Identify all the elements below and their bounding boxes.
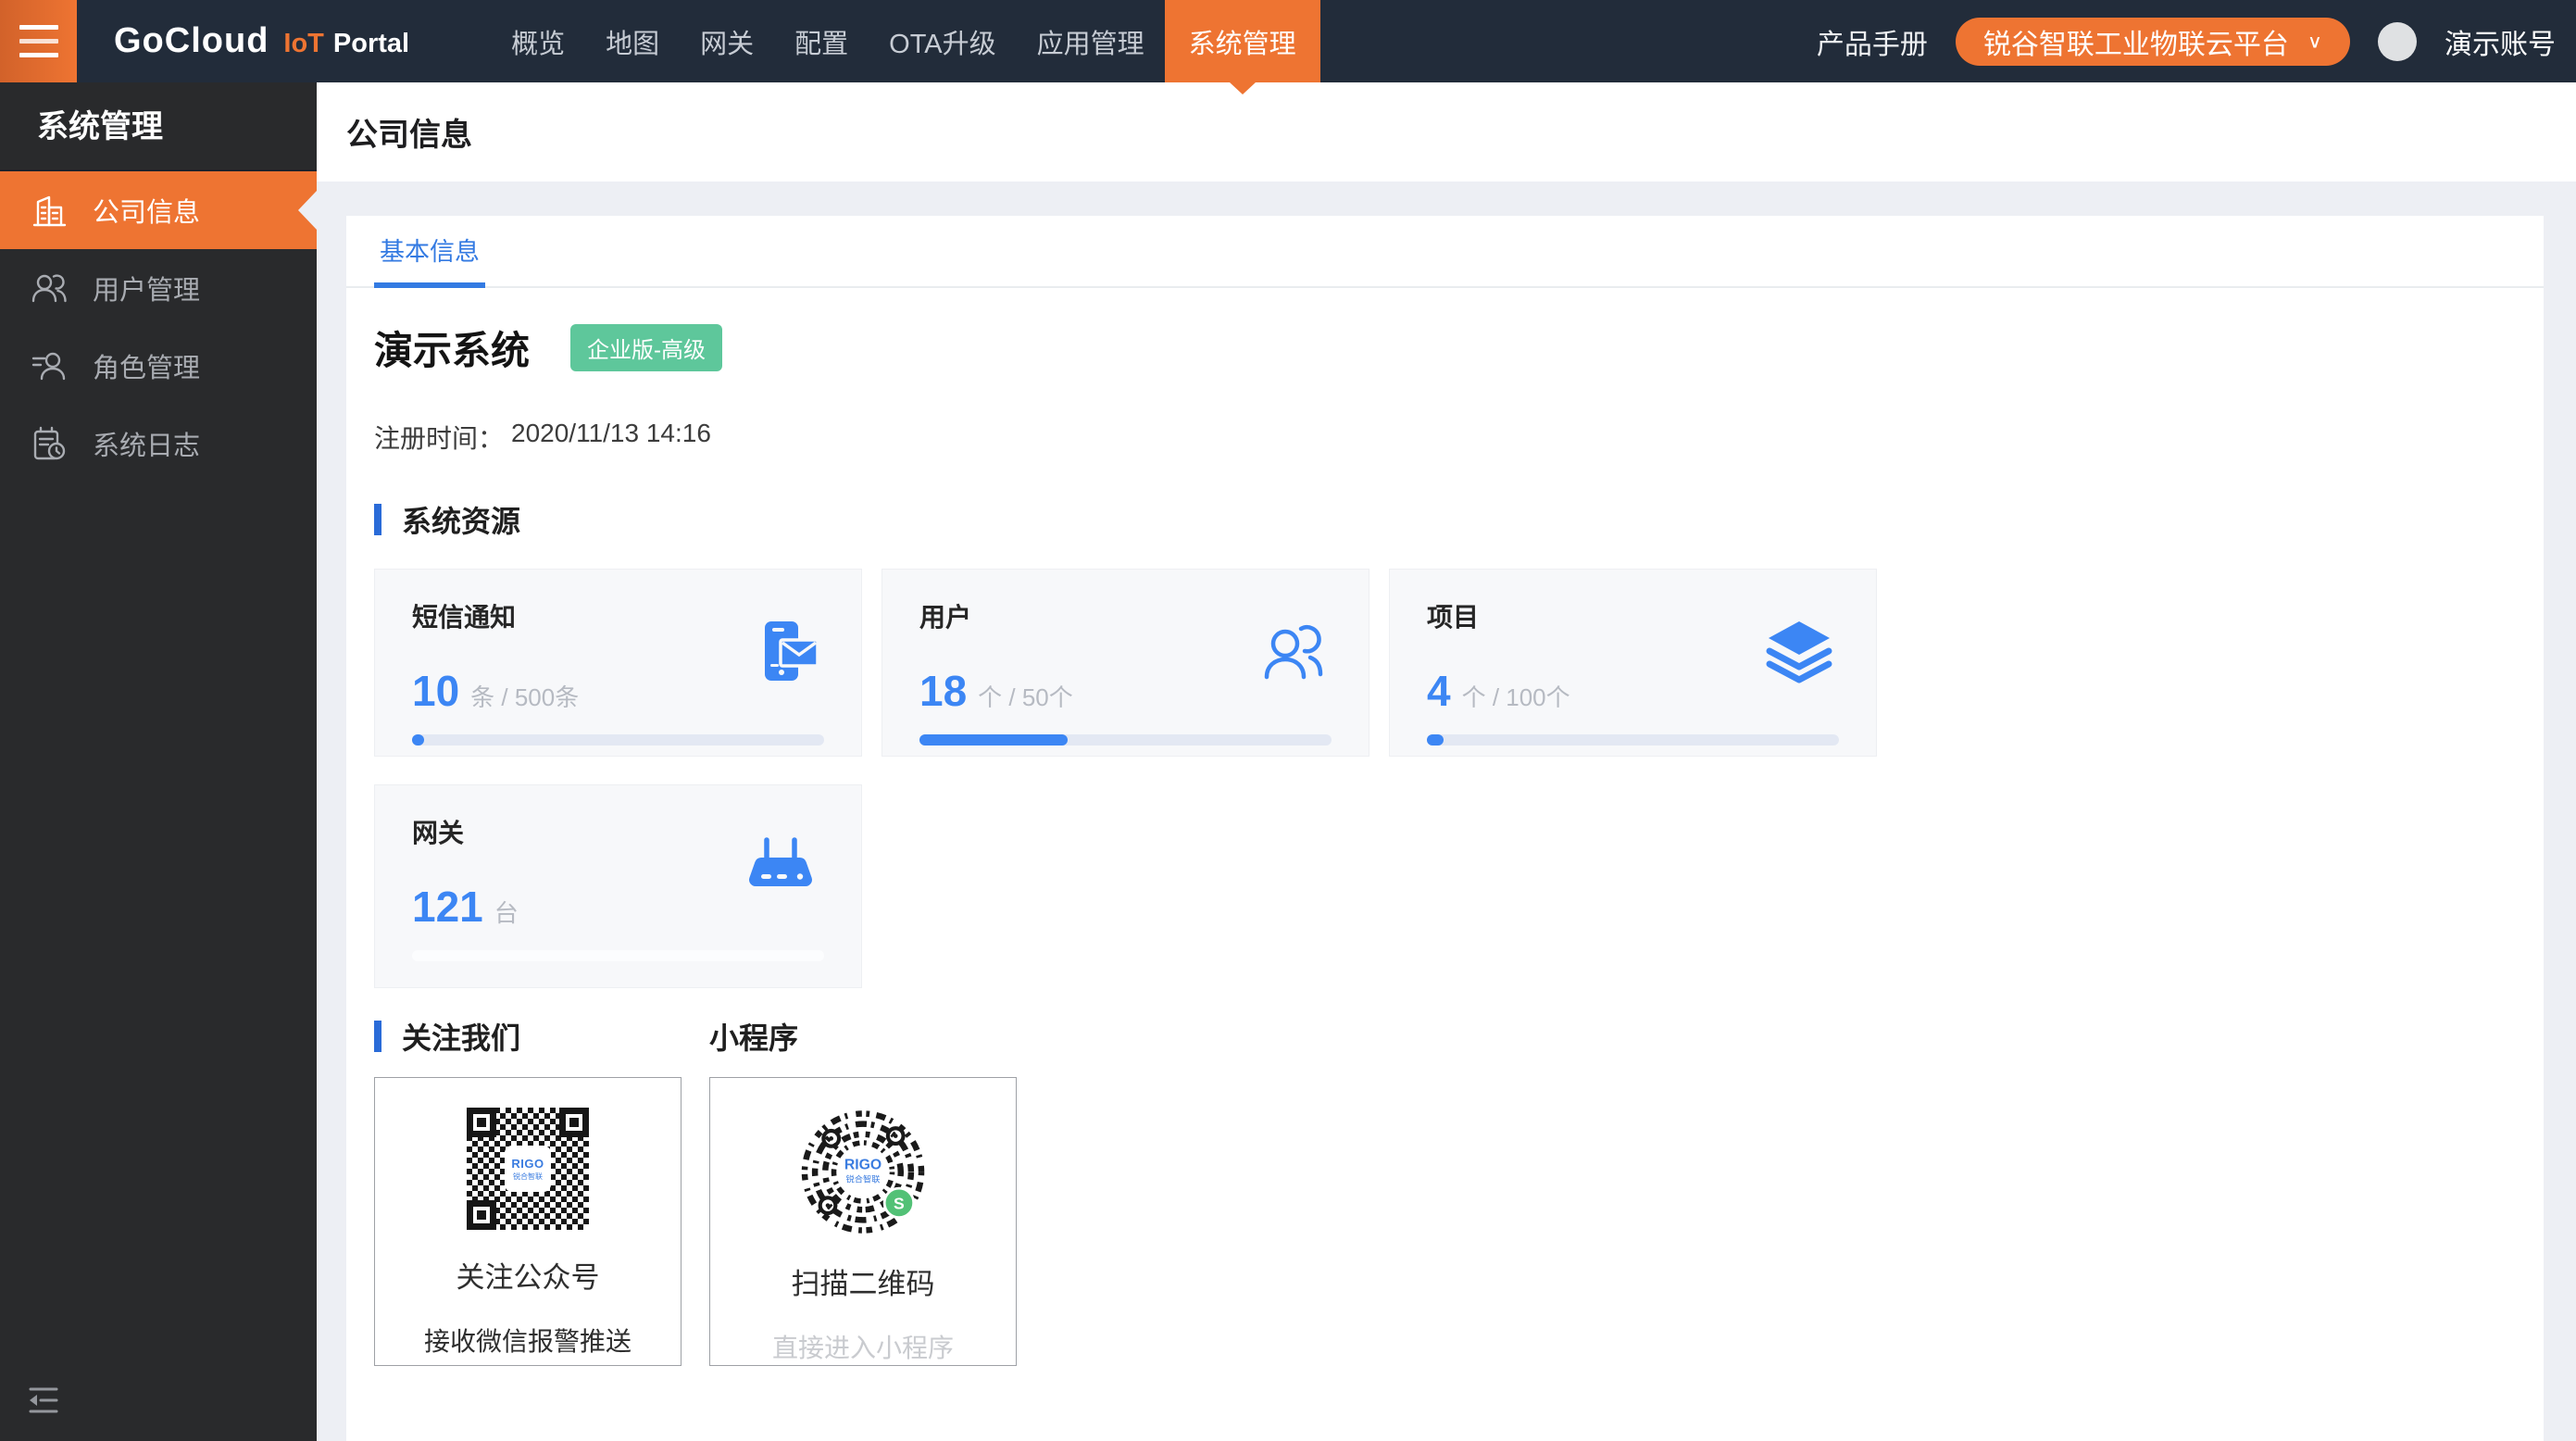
mini-program-green-badge: S [884, 1188, 914, 1218]
qr-area: 关注我们 RIGO 锐合智联 [374, 1018, 2516, 1366]
stat-card-gateway: 网关 121 台 [374, 784, 862, 988]
nav-config[interactable]: 配置 [774, 0, 869, 82]
platform-name: 锐谷智联工业物联云平台 [1983, 21, 2289, 62]
nav-system-admin[interactable]: 系统管理 [1165, 0, 1320, 82]
content: 基本信息 演示系统 企业版-高级 注册时间： 2020/11/13 14:16 … [317, 182, 2576, 1441]
topbar-right: 产品手册 锐谷智联工业物联云平台 ∨ 演示账号 [1817, 18, 2556, 66]
page-header: 公司信息 [317, 82, 2576, 182]
follow-us-header: 关注我们 [374, 1018, 682, 1055]
chevron-down-icon: ∨ [2307, 31, 2322, 52]
sidebar-item-system-log[interactable]: 系统日志 [0, 405, 317, 482]
sidebar-item-label: 系统日志 [93, 424, 200, 463]
sidebar-collapse-button[interactable] [24, 1385, 63, 1421]
nav-ota[interactable]: OTA升级 [869, 0, 1016, 82]
tab-basic-info[interactable]: 基本信息 [374, 232, 485, 288]
qr-caption: 扫描二维码 [792, 1260, 935, 1302]
product-manual-link[interactable]: 产品手册 [1817, 21, 1928, 62]
log-icon [28, 423, 70, 464]
mini-program-qr-code: RIGO 锐合智联 S [794, 1108, 932, 1236]
stat-card-users: 用户 18 个 / 50个 [882, 569, 1369, 757]
main-area: 公司信息 基本信息 演示系统 企业版-高级 注册时间： 2020/11/13 1… [317, 82, 2576, 1441]
sidebar-item-company-info[interactable]: 公司信息 [0, 171, 317, 249]
company-name: 演示系统 [374, 320, 530, 376]
building-icon [28, 190, 70, 231]
mini-program-header: 小程序 [709, 1018, 1017, 1055]
logo-portal: Portal [333, 29, 409, 59]
projects-progress [1427, 734, 1839, 746]
logo-gocloud: GoCloud [114, 21, 269, 61]
edition-badge: 企业版-高级 [570, 324, 722, 371]
stat-card-projects: 项目 4 个 / 100个 [1389, 569, 1877, 757]
qr-caption: 关注公众号 [456, 1254, 600, 1296]
register-time-value: 2020/11/13 14:16 [511, 419, 711, 456]
company-info-card: 基本信息 演示系统 企业版-高级 注册时间： 2020/11/13 14:16 … [346, 216, 2544, 1441]
mini-program-column: 小程序 [709, 1018, 1017, 1366]
tab-bar: 基本信息 [346, 216, 2544, 288]
nav-overview[interactable]: 概览 [491, 0, 585, 82]
logo-iot: IoT [283, 29, 324, 59]
user-count: 18 [919, 666, 967, 716]
sidebar-title: 系统管理 [0, 82, 317, 171]
card-body: 演示系统 企业版-高级 注册时间： 2020/11/13 14:16 系统资源 … [346, 320, 2544, 1422]
users-icon [28, 268, 70, 308]
sidebar-item-label: 公司信息 [93, 191, 200, 230]
nav-map[interactable]: 地图 [585, 0, 680, 82]
app-logo: GoCloud IoT Portal [114, 21, 409, 61]
sms-count: 10 [412, 666, 459, 716]
top-bar: GoCloud IoT Portal 概览 地图 网关 配置 OTA升级 应用管… [0, 0, 2576, 82]
sms-phone-icon [752, 618, 822, 691]
rigo-logo: RIGO 锐合智联 [506, 1147, 549, 1190]
register-time-row: 注册时间： 2020/11/13 14:16 [374, 419, 2516, 456]
users-icon [1257, 618, 1330, 691]
role-icon [28, 345, 70, 386]
section-accent-bar [374, 1021, 381, 1052]
nav-gateway[interactable]: 网关 [680, 0, 774, 82]
gateway-router-icon [741, 833, 822, 908]
top-nav: 概览 地图 网关 配置 OTA升级 应用管理 系统管理 [491, 0, 1320, 82]
public-account-qr-card: RIGO 锐合智联 关注公众号 接收微信报警推送 [374, 1077, 682, 1366]
project-count: 4 [1427, 666, 1451, 716]
register-time-label: 注册时间： [374, 419, 504, 456]
sidebar: 系统管理 公司信息 用户管理 角色管理 [0, 82, 317, 1441]
resources-section-header: 系统资源 [374, 498, 2516, 541]
sms-progress [412, 734, 824, 746]
section-accent-bar [374, 504, 381, 535]
users-progress [919, 734, 1332, 746]
qr-description: 接收微信报警推送 [424, 1322, 631, 1359]
qr-description: 直接进入小程序 [772, 1328, 954, 1365]
qr-code: RIGO 锐合智联 [467, 1108, 589, 1230]
stats-row-2: 网关 121 台 [374, 784, 2516, 988]
nav-apps[interactable]: 应用管理 [1017, 0, 1165, 82]
sidebar-item-label: 用户管理 [93, 269, 200, 307]
menu-toggle-button[interactable] [0, 0, 77, 82]
page-title: 公司信息 [346, 109, 472, 155]
mini-program-qr-card: RIGO 锐合智联 S 扫描二维码 直接进入小程序 [709, 1077, 1017, 1366]
follow-us-column: 关注我们 RIGO 锐合智联 [374, 1018, 682, 1366]
stat-card-sms: 短信通知 10 条 / 500条 [374, 569, 862, 757]
gateway-progress [412, 950, 824, 961]
svg-text:RIGO: RIGO [844, 1158, 882, 1173]
hamburger-icon [19, 25, 58, 30]
svg-text:锐合智联: 锐合智联 [846, 1174, 881, 1184]
company-row: 演示系统 企业版-高级 [374, 320, 2516, 376]
account-name[interactable]: 演示账号 [2445, 21, 2556, 62]
svg-text:S: S [894, 1194, 905, 1212]
sidebar-item-user-management[interactable]: 用户管理 [0, 249, 317, 327]
sidebar-item-role-management[interactable]: 角色管理 [0, 327, 317, 405]
sidebar-item-label: 角色管理 [93, 346, 200, 385]
layers-icon [1761, 618, 1837, 691]
stats-row-1: 短信通知 10 条 / 500条 [374, 569, 2516, 757]
avatar[interactable] [2378, 22, 2417, 61]
gateway-count: 121 [412, 882, 483, 932]
collapse-outdent-icon [24, 1385, 63, 1416]
platform-selector[interactable]: 锐谷智联工业物联云平台 ∨ [1956, 18, 2350, 66]
